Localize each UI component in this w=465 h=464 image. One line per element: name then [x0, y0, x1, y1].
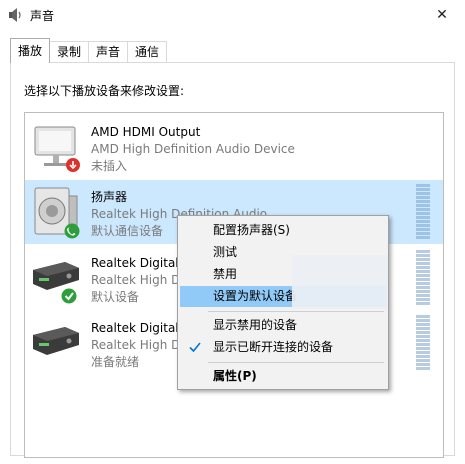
device-name: 扬声器: [91, 190, 128, 204]
speaker-icon: [9, 8, 21, 22]
menu-separator: [208, 311, 384, 312]
menu-item-show-disconnected[interactable]: 显示已断开连接的设备: [180, 337, 386, 358]
close-button[interactable]: ✕: [419, 0, 465, 30]
monitor-icon: [34, 126, 80, 172]
volume-meter: [416, 250, 430, 306]
title-bar[interactable]: 声音 ✕: [0, 0, 465, 30]
tab-playback[interactable]: 播放: [10, 38, 51, 63]
instruction-text: 选择以下播放设备来修改设置:: [24, 84, 185, 98]
device-status: 准备就绪: [91, 355, 140, 369]
device-status: 未插入: [91, 159, 128, 173]
volume-meter: [416, 184, 430, 240]
menu-item-properties[interactable]: 属性(P): [180, 366, 386, 387]
checkmark-icon: [189, 342, 201, 353]
receiver-icon: [33, 262, 79, 304]
device-driver: Realtek High D: [91, 338, 181, 352]
speaker-icon: [34, 187, 80, 239]
tab-communications[interactable]: 通信: [127, 41, 168, 63]
device-driver: Realtek High D: [91, 273, 181, 287]
menu-separator: [208, 362, 384, 363]
device-name: AMD HDMI Output: [91, 125, 201, 139]
blurred-overlay: [292, 255, 388, 309]
check-badge: [61, 288, 77, 304]
tab-sounds[interactable]: 声音: [88, 41, 129, 63]
device-name: Realtek Digital: [91, 321, 179, 335]
phone-badge: [64, 223, 80, 239]
menu-item-show-disabled[interactable]: 显示禁用的设备: [180, 315, 386, 336]
tab-strip: 播放 录制 声音 通信: [10, 38, 168, 63]
receiver-icon: [33, 327, 79, 355]
tab-recording[interactable]: 录制: [49, 41, 90, 63]
window-title: 声音: [30, 9, 55, 23]
device-item-hdmi[interactable]: AMD HDMI Output AMD High Definition Audi…: [25, 115, 443, 179]
close-icon: ✕: [436, 7, 448, 23]
menu-item-configure-speakers[interactable]: 配置扬声器(S): [180, 220, 386, 241]
device-status: 默认设备: [91, 290, 140, 304]
volume-meter: [416, 315, 430, 371]
device-name: Realtek Digital: [91, 256, 179, 270]
device-driver: AMD High Definition Audio Device: [91, 142, 295, 156]
